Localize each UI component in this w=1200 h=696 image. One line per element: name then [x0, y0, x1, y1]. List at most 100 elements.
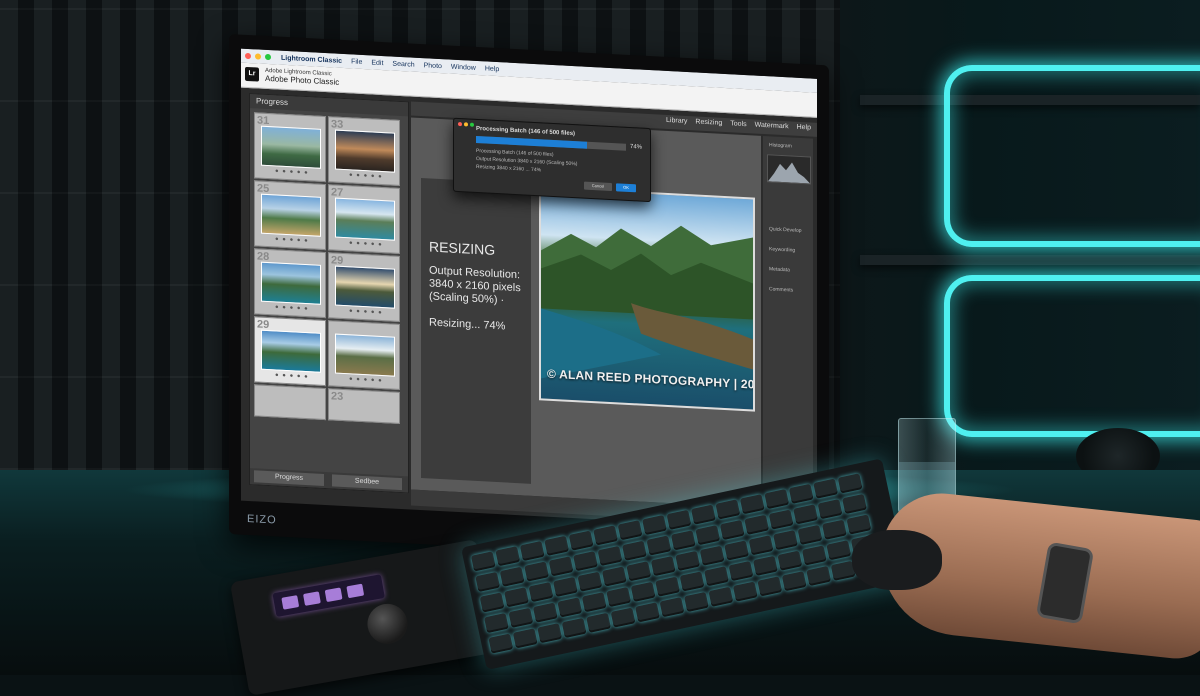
star-rating: ● ● ● ● ● [349, 308, 383, 317]
keyboard-key [748, 535, 774, 556]
controller-pad-screen [272, 574, 385, 617]
module-resizing[interactable]: Resizing [695, 118, 722, 126]
thumbnail-cell[interactable]: 23 [328, 388, 400, 424]
lightroom-logo-icon: Lr [245, 66, 259, 82]
controller-knob [364, 600, 411, 648]
zoom-window-button[interactable] [265, 53, 271, 61]
keyboard-key [757, 576, 783, 597]
keyboard-key [670, 530, 696, 551]
menu-edit[interactable]: Edit [371, 59, 383, 67]
keyboard-key [519, 540, 545, 562]
keyboard-key [708, 586, 734, 607]
right-panel: Histogram Quick Develop Keywording Metad… [763, 135, 813, 511]
keyboard-key [684, 591, 709, 613]
keyboard-key [777, 550, 803, 571]
keyboard-key [797, 524, 823, 546]
menu-file[interactable]: File [351, 58, 362, 66]
keyboard-key [553, 576, 578, 597]
screen: Lightroom Classic File Edit Search Photo… [241, 48, 817, 531]
app-menu[interactable]: Lightroom Classic [281, 54, 342, 64]
module-help[interactable]: Help [797, 124, 811, 132]
minimize-window-button[interactable] [255, 53, 261, 60]
panel-footer: Progress Sedbee [250, 468, 408, 493]
thumbnail-cell[interactable]: 25 ● ● ● ● ● [254, 180, 326, 251]
module-tools[interactable]: Tools [730, 120, 746, 128]
sedbee-button[interactable]: Sedbee [332, 474, 402, 491]
menu-help[interactable]: Help [485, 65, 499, 73]
keyboard-key [626, 561, 652, 582]
star-rating: ● ● ● ● ● [275, 304, 309, 313]
ok-button[interactable]: OK [616, 183, 636, 193]
processing-dialog: Processing Batch (146 of 500 files) 74% … [453, 117, 651, 203]
filmstrip-panel: Progress 31 ● ● ● ● ● 33 ● ● ● ● ● 25 ● … [249, 93, 409, 494]
app-title-line2: Adobe Photo Classic [265, 73, 340, 87]
resizing-progress-text: Resizing... 74% [429, 316, 506, 333]
keyboard-key [659, 597, 685, 618]
close-window-button[interactable] [245, 52, 251, 60]
keyboard-key [573, 551, 598, 572]
keyboard-key [846, 514, 872, 535]
keyboard-key [704, 566, 729, 587]
resizing-title: RESIZING [429, 238, 496, 258]
thumbnail-cell-selected[interactable]: 29 ● ● ● ● ● [254, 316, 326, 387]
star-rating: ● ● ● ● ● [349, 172, 383, 181]
keyboard-key [728, 560, 754, 582]
thumbnail-cell[interactable]: 33 ● ● ● ● ● [328, 116, 400, 186]
keyboard-key [699, 545, 725, 566]
keyboard-key [499, 566, 525, 587]
thumbnail-cell[interactable]: 28 ● ● ● ● ● [254, 248, 326, 319]
comments-section[interactable]: Comments [769, 286, 793, 293]
thumbnail-cell[interactable] [254, 384, 326, 421]
keyboard-key [813, 478, 839, 499]
keyboard-key [601, 566, 627, 587]
keyboard-key [528, 581, 554, 603]
menu-window[interactable]: Window [451, 63, 476, 71]
keyboard-key [557, 597, 583, 618]
dialog-resizing-line: Resizing 3840 x 2160 ... 74% [476, 163, 542, 174]
keyboard-key [508, 607, 534, 628]
thumbnail-cell[interactable]: 31 ● ● ● ● ● [254, 112, 326, 183]
star-rating: ● ● ● ● ● [275, 236, 309, 245]
monitor-brand-logo: EIZO [247, 512, 277, 527]
keyboard-key [495, 546, 521, 567]
keyboard-key [732, 581, 758, 602]
histogram-chart [767, 154, 811, 185]
cancel-button[interactable]: Cancel [584, 181, 612, 192]
keyboard-key [630, 581, 656, 602]
shelf-middle [860, 255, 1200, 265]
keyboard-key [537, 623, 563, 644]
dialog-minimize-button[interactable] [464, 122, 468, 127]
star-rating: ● ● ● ● ● [275, 372, 309, 381]
keyboard-key [479, 592, 505, 613]
keywording-section[interactable]: Keywording [769, 246, 795, 253]
keyboard-key [593, 525, 619, 546]
keyboard-key [666, 509, 692, 530]
thumbnail-cell[interactable]: 29 ● ● ● ● ● [328, 252, 400, 322]
cell-number: 23 [331, 390, 344, 403]
dialog-zoom-button[interactable] [470, 122, 474, 127]
keyboard-key [488, 633, 514, 654]
keyboard-key [650, 555, 676, 577]
keyboard-key [768, 509, 794, 530]
progress-button[interactable]: Progress [254, 470, 324, 486]
mouse [852, 530, 942, 590]
thumbnail-cell[interactable]: ● ● ● ● ● [328, 320, 400, 390]
keyboard-key [695, 525, 721, 546]
keyboard-key [773, 529, 798, 551]
dialog-title: Processing Batch (146 of 500 files) [476, 125, 576, 138]
app-identity: Adobe Lightroom Classic Adobe Photo Clas… [265, 67, 339, 87]
keyboard-key [793, 504, 819, 525]
keyboard-key [655, 576, 681, 597]
keyboard-key [801, 545, 827, 566]
module-library[interactable]: Library [666, 117, 687, 125]
metadata-section[interactable]: Metadata [769, 266, 790, 273]
dialog-close-button[interactable] [458, 122, 462, 127]
progress-bar-fill [476, 135, 587, 149]
menu-photo[interactable]: Photo [424, 62, 442, 70]
histogram-graph [768, 162, 810, 184]
star-rating: ● ● ● ● ● [349, 240, 383, 249]
quick-develop-section[interactable]: Quick Develop [769, 226, 802, 234]
thumbnail-cell[interactable]: 27 ● ● ● ● ● [328, 184, 400, 254]
keyboard-key [675, 550, 701, 571]
menu-search[interactable]: Search [392, 60, 414, 68]
